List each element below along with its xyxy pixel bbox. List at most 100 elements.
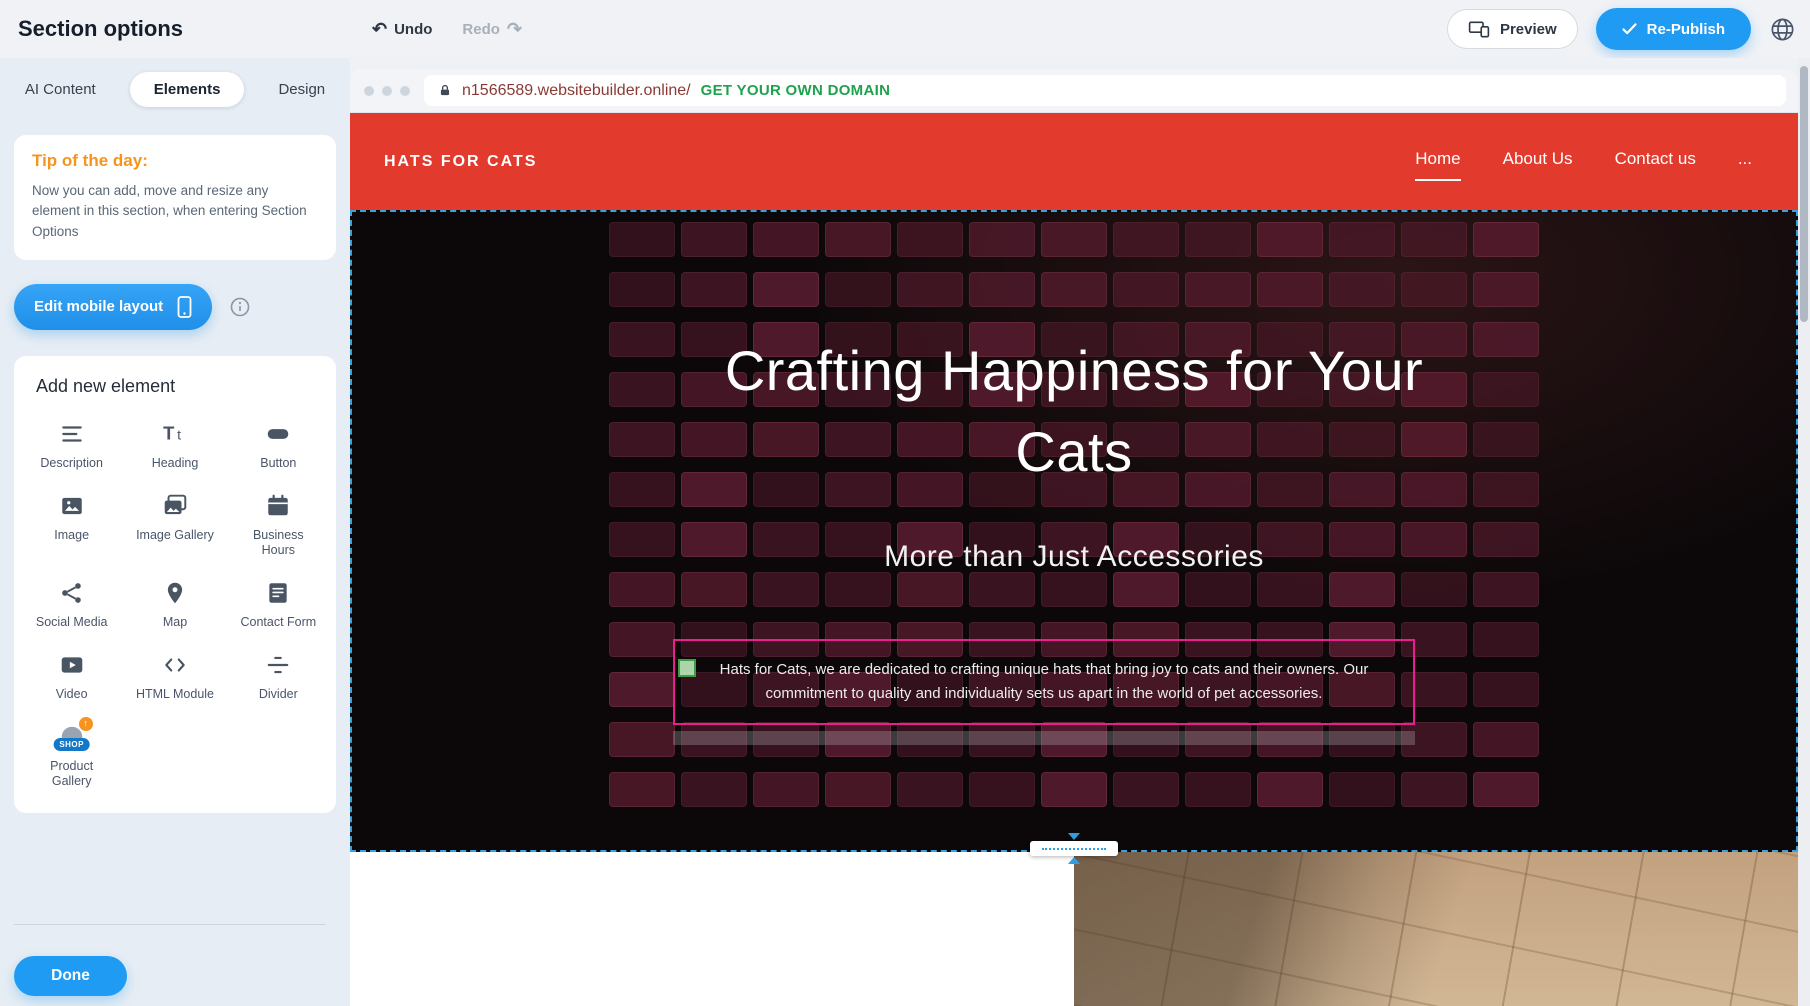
site-nav: Home About Us Contact us ... — [1415, 149, 1752, 174]
devices-icon — [1468, 21, 1490, 38]
divider-icon — [263, 650, 293, 680]
next-section-blank — [350, 852, 1074, 1006]
resize-pill — [1030, 841, 1118, 856]
map-pin-icon — [160, 578, 190, 608]
shop-badge: SHOP — [53, 738, 90, 751]
scrollbar-thumb[interactable] — [1800, 66, 1808, 322]
redo-label: Redo — [462, 21, 500, 38]
hero-subtitle[interactable]: More than Just Accessories — [352, 540, 1796, 574]
image-gallery-icon — [160, 491, 190, 521]
window-controls — [364, 86, 410, 96]
app-root: Section options ↶ Undo Redo ↷ Preview — [0, 0, 1810, 1006]
undo-button[interactable]: ↶ Undo — [372, 20, 432, 38]
nav-contact-us[interactable]: Contact us — [1615, 149, 1696, 174]
nav-home[interactable]: Home — [1415, 149, 1460, 174]
nav-more[interactable]: ... — [1738, 149, 1752, 174]
republish-label: Re-Publish — [1647, 21, 1725, 38]
done-button[interactable]: Done — [14, 956, 127, 996]
svg-text:t: t — [177, 426, 181, 442]
undo-redo-group: ↶ Undo Redo ↷ — [372, 0, 522, 58]
check-icon — [1622, 23, 1637, 35]
tab-design[interactable]: Design — [266, 72, 337, 107]
topbar: Section options ↶ Undo Redo ↷ Preview — [0, 0, 1810, 58]
undo-icon: ↶ — [372, 20, 387, 38]
globe-icon — [1769, 16, 1796, 43]
element-image[interactable]: Image — [20, 491, 123, 558]
image-icon — [57, 491, 87, 521]
preview-canvas: n1566589.websitebuilder.online/ GET YOUR… — [350, 58, 1798, 1006]
panel-tabs: AI Content Elements Design — [0, 58, 350, 107]
description-icon — [57, 419, 87, 449]
mobile-layout-row: Edit mobile layout — [14, 284, 336, 330]
republish-button[interactable]: Re-Publish — [1596, 8, 1751, 50]
element-map[interactable]: Map — [123, 578, 226, 630]
element-description[interactable]: Description — [20, 419, 123, 471]
next-section — [350, 852, 1798, 1006]
site-logo: HATS FOR CATS — [384, 153, 537, 171]
site-url: n1566589.websitebuilder.online/ — [462, 82, 691, 100]
arrow-up-icon — [1068, 857, 1080, 864]
browser-chrome: n1566589.websitebuilder.online/ GET YOUR… — [350, 69, 1798, 113]
info-icon[interactable] — [230, 297, 250, 317]
edit-mobile-layout-button[interactable]: Edit mobile layout — [14, 284, 212, 330]
page-title: Section options — [18, 16, 183, 42]
element-heading[interactable]: Tt Heading — [123, 419, 226, 471]
svg-text:T: T — [163, 422, 175, 443]
element-grid: Description Tt Heading Button — [20, 419, 330, 789]
lock-icon — [438, 83, 452, 98]
hero-background — [352, 212, 1796, 850]
element-divider[interactable]: Divider — [227, 650, 330, 702]
preview-label: Preview — [1500, 21, 1557, 38]
contact-form-icon — [263, 578, 293, 608]
add-element-card: Add new element Description Tt Heading — [14, 356, 336, 813]
element-product-gallery[interactable]: SHOP ↑ Product Gallery — [20, 722, 123, 789]
section-options-panel: AI Content Elements Design Tip of the da… — [0, 58, 350, 1006]
redo-button[interactable]: Redo ↷ — [462, 20, 522, 38]
selected-text-element[interactable]: Hats for Cats, we are dedicated to craft… — [673, 639, 1415, 725]
element-html-module[interactable]: HTML Module — [123, 650, 226, 702]
tip-title: Tip of the day: — [32, 151, 318, 171]
website-preview: HATS FOR CATS Home About Us Contact us .… — [350, 113, 1798, 1006]
address-bar: n1566589.websitebuilder.online/ GET YOUR… — [424, 75, 1786, 106]
video-icon — [57, 650, 87, 680]
drag-handle[interactable] — [678, 659, 696, 677]
site-header: HATS FOR CATS Home About Us Contact us .… — [350, 113, 1798, 210]
business-hours-icon — [263, 491, 293, 521]
hero-description: Hats for Cats, we are dedicated to craft… — [683, 658, 1405, 706]
element-image-gallery[interactable]: Image Gallery — [123, 491, 226, 558]
pavement-photo — [1074, 852, 1798, 1006]
get-domain-link[interactable]: GET YOUR OWN DOMAIN — [701, 82, 891, 99]
tab-elements[interactable]: Elements — [130, 72, 245, 107]
nav-about-us[interactable]: About Us — [1503, 149, 1573, 174]
tab-ai-content[interactable]: AI Content — [13, 72, 108, 107]
tip-body: Now you can add, move and resize any ele… — [32, 181, 318, 242]
undo-label: Undo — [394, 21, 432, 38]
hero-title[interactable]: Crafting Happiness for Your Cats — [352, 330, 1796, 492]
topbar-actions: Preview Re-Publish — [1447, 0, 1796, 58]
element-video[interactable]: Video — [20, 650, 123, 702]
tip-of-the-day-card: Tip of the day: Now you can add, move an… — [14, 135, 336, 260]
element-business-hours[interactable]: Business Hours — [227, 491, 330, 558]
sidebar-divider — [14, 924, 326, 925]
heading-icon: Tt — [160, 419, 190, 449]
page-scrollbar[interactable] — [1798, 58, 1810, 1006]
add-element-title: Add new element — [36, 376, 330, 397]
element-button[interactable]: Button — [227, 419, 330, 471]
section-resize-handle[interactable] — [1030, 833, 1118, 864]
product-gallery-icon: SHOP ↑ — [57, 722, 87, 752]
selected-element-wrap: Hats for Cats, we are dedicated to craft… — [673, 639, 1415, 745]
language-button[interactable] — [1769, 16, 1796, 43]
hero-section[interactable]: Crafting Happiness for Your Cats More th… — [350, 210, 1798, 852]
element-contact-form[interactable]: Contact Form — [227, 578, 330, 630]
social-media-icon — [57, 578, 87, 608]
arrow-down-icon — [1068, 833, 1080, 840]
code-icon — [160, 650, 190, 680]
element-social-media[interactable]: Social Media — [20, 578, 123, 630]
element-placeholder — [673, 731, 1415, 745]
redo-icon: ↷ — [507, 20, 522, 38]
edit-mobile-label: Edit mobile layout — [34, 298, 163, 315]
preview-button[interactable]: Preview — [1447, 9, 1578, 49]
button-icon — [263, 419, 293, 449]
phone-icon — [177, 296, 192, 318]
upgrade-badge-icon: ↑ — [79, 717, 93, 731]
